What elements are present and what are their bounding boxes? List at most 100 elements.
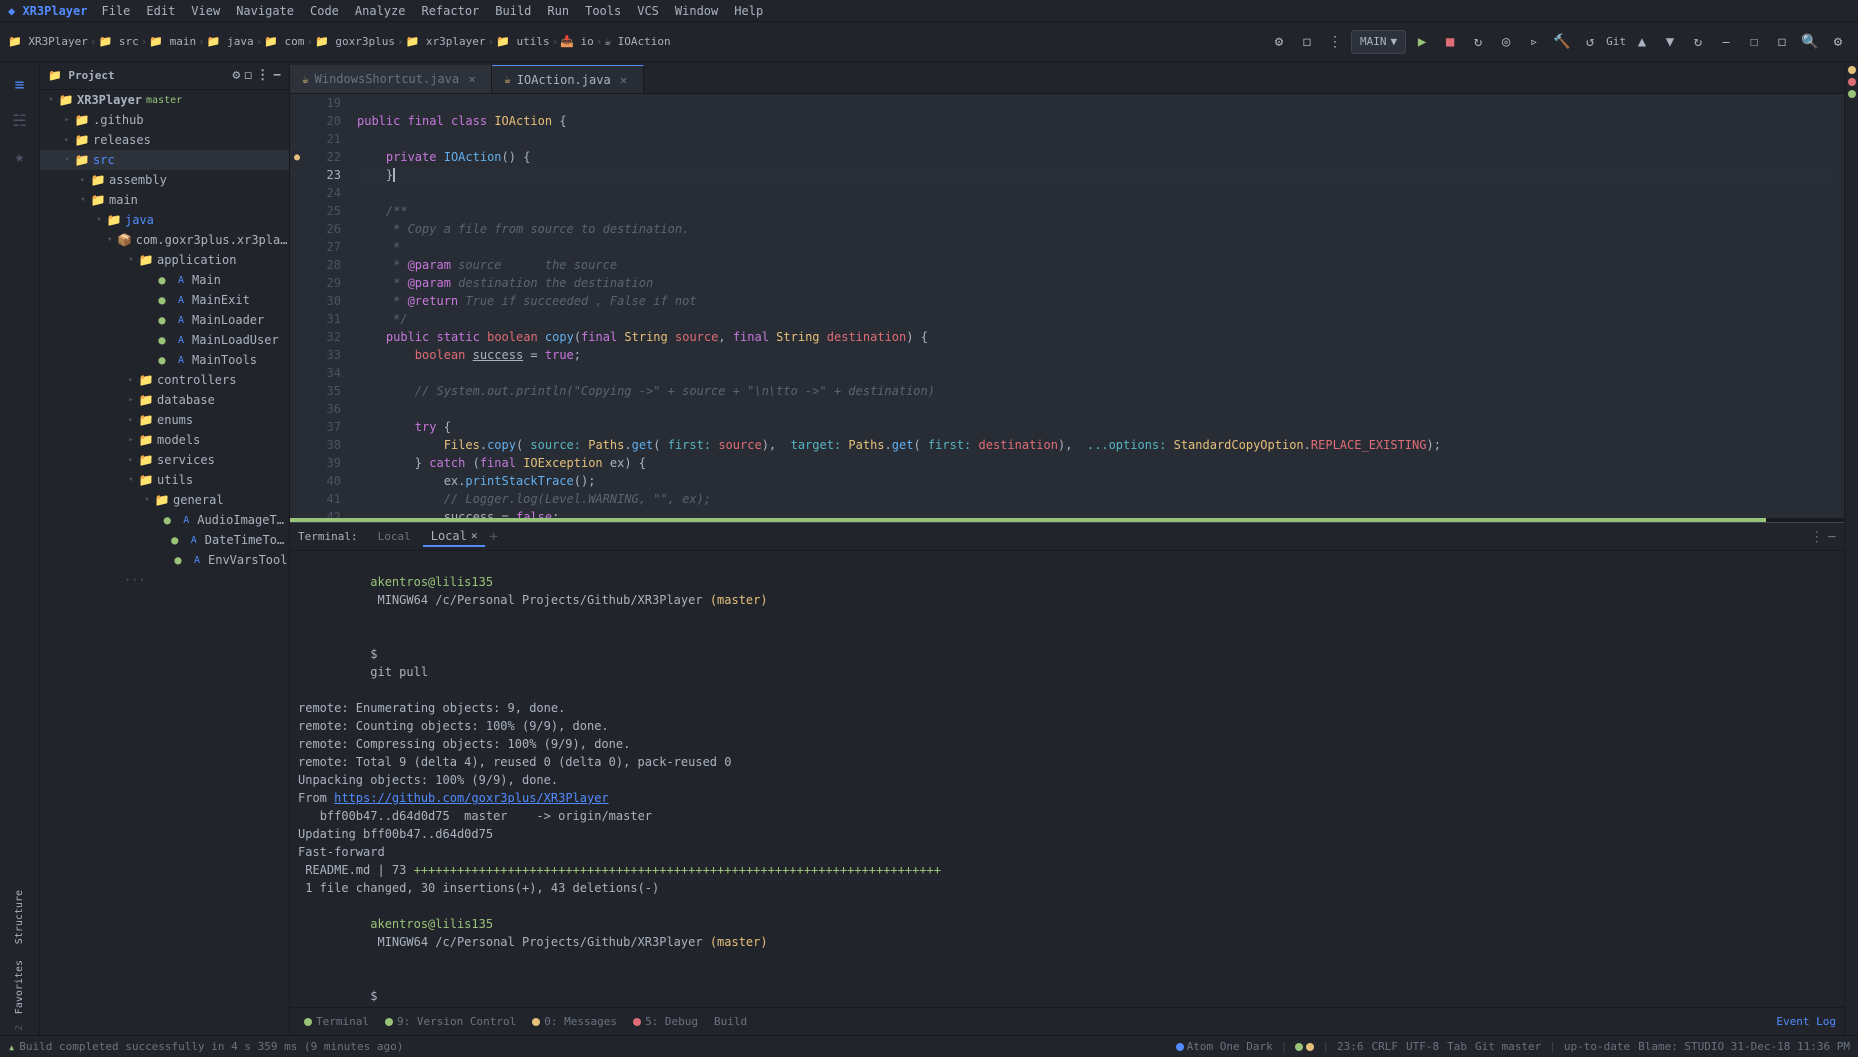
tree-item-xr3player[interactable]: ▾ 📁 XR3Player master (40, 90, 289, 110)
tab-close-ioaction[interactable]: ✕ (617, 73, 631, 87)
menu-navigate[interactable]: Navigate (230, 2, 300, 20)
menu-build[interactable]: Build (489, 2, 537, 20)
status-crlf[interactable]: CRLF (1371, 1040, 1398, 1053)
tree-item-main-class[interactable]: ▸ ● A Main (40, 270, 289, 290)
breadcrumb-com[interactable]: 📁 com (264, 35, 304, 48)
settings-icon[interactable]: ⚙ (1267, 30, 1291, 54)
menu-refactor[interactable]: Refactor (415, 2, 485, 20)
tree-item-package[interactable]: ▾ 📦 com.goxr3plus.xr3player (40, 230, 289, 250)
settings2-icon[interactable]: ⚙ (1826, 30, 1850, 54)
tree-item-src[interactable]: ▾ 📁 src (40, 150, 289, 170)
tree-item-main[interactable]: ▾ 📁 main (40, 190, 289, 210)
breadcrumb-goxr3plus[interactable]: 📁 goxr3plus (315, 35, 395, 48)
git-diff-icon[interactable]: ◻ (1770, 30, 1794, 54)
expand-icon[interactable]: ◻ (1295, 30, 1319, 54)
bottom-tab-debug[interactable]: 5: Debug (627, 1013, 704, 1030)
tree-item-enums[interactable]: ▸ 📁 enums (40, 410, 289, 430)
terminal-content[interactable]: akentros@lilis135 MINGW64 /c/Personal Pr… (290, 551, 1844, 1007)
sidebar-expand-icon[interactable]: ◻ (244, 68, 252, 83)
build-icon[interactable]: 🔨 (1550, 30, 1574, 54)
favorites-tab[interactable]: Favorites (12, 956, 27, 1018)
run-config-dropdown[interactable]: MAIN ▼ (1351, 30, 1406, 54)
code-content[interactable]: public final class IOAction { private IO… (349, 94, 1844, 518)
tree-item-assembly[interactable]: ▸ 📁 assembly (40, 170, 289, 190)
sidebar-more-icon[interactable]: ⋮ (256, 68, 269, 83)
breadcrumb-src[interactable]: 📁 src (99, 35, 139, 48)
git-push-icon[interactable]: ▲ (1630, 30, 1654, 54)
tab-ioaction[interactable]: ☕ IOAction.java ✕ (492, 65, 644, 93)
tree-item-controllers[interactable]: ▸ 📁 controllers (40, 370, 289, 390)
structure-icon[interactable]: ☵ (4, 104, 36, 136)
tab-local-close[interactable]: ✕ (471, 529, 478, 542)
search-everywhere-icon[interactable]: 🔍 (1798, 30, 1822, 54)
menu-file[interactable]: File (95, 2, 136, 20)
tab-windowsshortcut[interactable]: ☕ WindowsShortcut.java ✕ (290, 65, 492, 93)
structure-tab[interactable]: Structure (12, 886, 27, 948)
breadcrumb-utils[interactable]: 📁 utils (496, 35, 549, 48)
breadcrumb-io[interactable]: 📥 io (560, 35, 594, 48)
tree-item-maintools[interactable]: ▸ ● A MainTools (40, 350, 289, 370)
menu-run[interactable]: Run (541, 2, 575, 20)
bottom-tab-build[interactable]: Build (708, 1013, 753, 1030)
breadcrumb-xr3player2[interactable]: 📁 xr3player (406, 35, 486, 48)
terminal-add-tab[interactable]: + (489, 529, 497, 545)
tree-item-github[interactable]: ▸ 📁 .github (40, 110, 289, 130)
tree-item-utils[interactable]: ▾ 📁 utils (40, 470, 289, 490)
terminal-more-icon[interactable]: ⋮ (1810, 529, 1824, 545)
tree-item-mainloader[interactable]: ▸ ● A MainLoader (40, 310, 289, 330)
tree-item-general[interactable]: ▾ 📁 general (40, 490, 289, 510)
reload-icon[interactable]: ↻ (1466, 30, 1490, 54)
status-blame[interactable]: Blame: STUDIO 31-Dec-18 11:36 PM (1638, 1040, 1850, 1053)
tree-item-mainloaduser[interactable]: ▸ ● A MainLoadUser (40, 330, 289, 350)
terminal-github-link[interactable]: https://github.com/goxr3plus/XR3Player (334, 791, 609, 805)
breadcrumb-xr3player[interactable]: 📁 XR3Player (8, 35, 88, 48)
breadcrumb-ioaction[interactable]: ☕ IOAction (604, 35, 670, 48)
menu-code[interactable]: Code (304, 2, 345, 20)
status-git[interactable]: Git master (1475, 1040, 1541, 1053)
status-theme[interactable]: Atom One Dark (1176, 1040, 1273, 1053)
tree-item-envvarstool[interactable]: ▸ ● A EnvVarsTool (40, 550, 289, 570)
menu-tools[interactable]: Tools (579, 2, 627, 20)
breadcrumb-java[interactable]: 📁 java (207, 35, 254, 48)
project-icon[interactable]: ≡ (4, 68, 36, 100)
sidebar-settings-icon[interactable]: ⚙ (233, 68, 241, 83)
bottom-tab-terminal[interactable]: Terminal (298, 1013, 375, 1030)
git-annotate-icon[interactable]: ☐ (1742, 30, 1766, 54)
bottom-tab-messages[interactable]: 0: Messages (526, 1013, 623, 1030)
tree-item-audioimagetool[interactable]: ▸ ● A AudioImageTool (40, 510, 289, 530)
menu-vcs[interactable]: VCS (631, 2, 665, 20)
tree-item-releases[interactable]: ▸ 📁 releases (40, 130, 289, 150)
tab-close-windowsshortcut[interactable]: ✕ (465, 72, 479, 86)
tab-local[interactable]: Local ✕ (423, 527, 486, 547)
status-position[interactable]: 23:6 (1337, 1040, 1364, 1053)
git-branch-icon[interactable]: ⎯ (1714, 30, 1738, 54)
breadcrumb-main[interactable]: 📁 main (149, 35, 196, 48)
menu-analyze[interactable]: Analyze (349, 2, 412, 20)
event-log-link[interactable]: Event Log (1776, 1015, 1836, 1028)
tree-item-database[interactable]: ▸ 📁 database (40, 390, 289, 410)
tree-item-application[interactable]: ▾ 📁 application (40, 250, 289, 270)
git-history-icon[interactable]: ↻ (1686, 30, 1710, 54)
run-button[interactable]: ▶ (1410, 30, 1434, 54)
menu-edit[interactable]: Edit (140, 2, 181, 20)
status-uptodate[interactable]: up-to-date (1564, 1040, 1630, 1053)
menu-view[interactable]: View (185, 2, 226, 20)
status-indent[interactable]: Tab (1447, 1040, 1467, 1053)
sidebar-close-icon[interactable]: − (273, 68, 281, 83)
git-pull-icon[interactable]: ▼ (1658, 30, 1682, 54)
tree-item-java[interactable]: ▾ 📁 java (40, 210, 289, 230)
menu-window[interactable]: Window (669, 2, 724, 20)
stop-button[interactable]: ■ (1438, 30, 1462, 54)
sync-icon[interactable]: ↺ (1578, 30, 1602, 54)
menu-help[interactable]: Help (728, 2, 769, 20)
favorites-icon[interactable]: ★ (4, 140, 36, 172)
tree-item-datetimetool[interactable]: ▸ ● A DateTimeTool (40, 530, 289, 550)
profile-icon[interactable]: ▹ (1522, 30, 1546, 54)
terminal-close-icon[interactable]: − (1828, 529, 1836, 545)
tree-item-models[interactable]: ▸ 📁 models (40, 430, 289, 450)
status-encoding[interactable]: UTF-8 (1406, 1040, 1439, 1053)
bottom-tab-vcs[interactable]: 9: Version Control (379, 1013, 522, 1030)
more-options-icon[interactable]: ⋮ (1323, 30, 1347, 54)
coverage-icon[interactable]: ◎ (1494, 30, 1518, 54)
tree-item-services[interactable]: ▸ 📁 services (40, 450, 289, 470)
